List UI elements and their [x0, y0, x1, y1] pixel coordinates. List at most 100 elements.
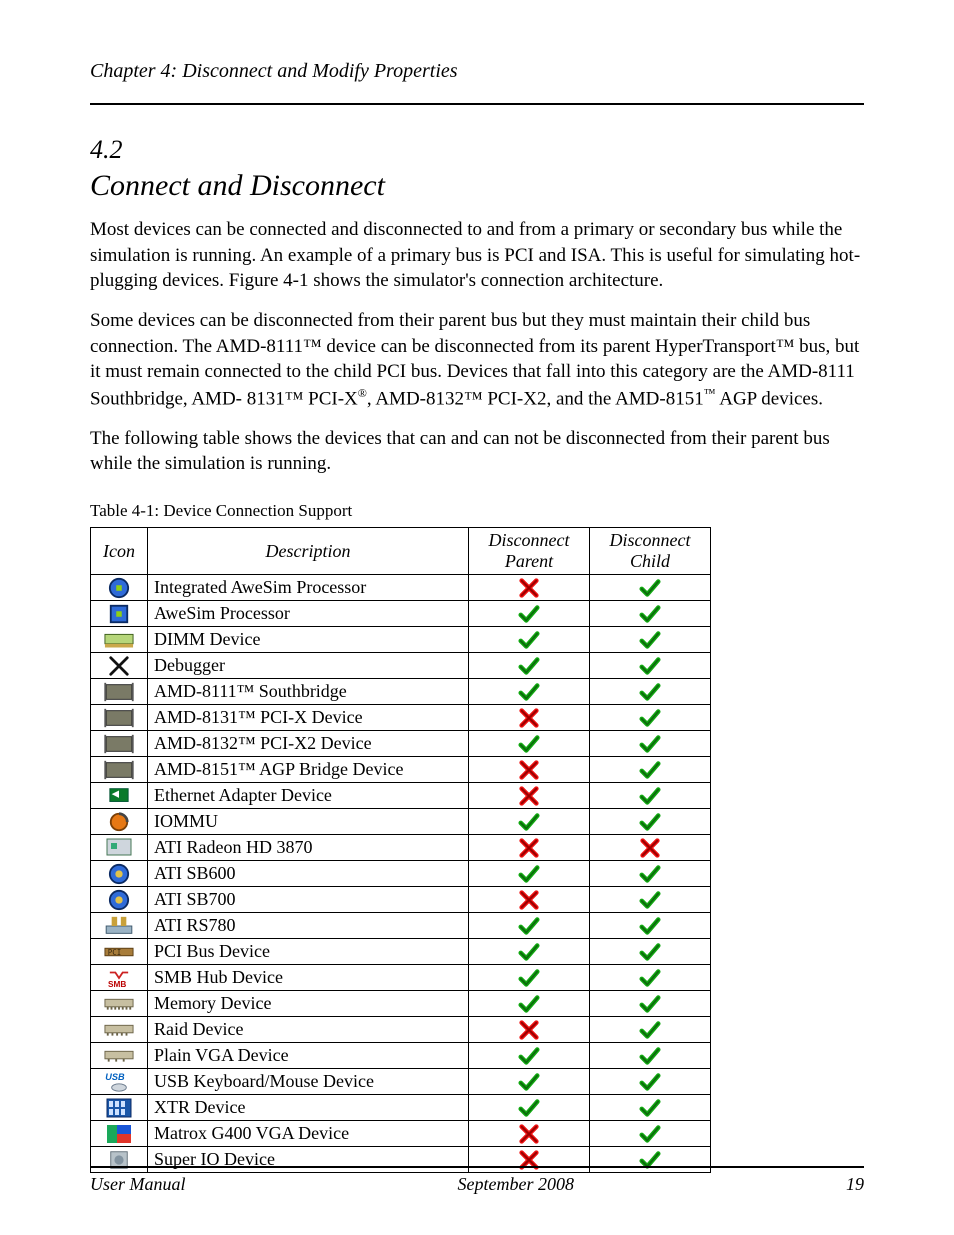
- table-row: AMD-8111™ Southbridge: [91, 679, 711, 705]
- table-header-row: Icon Description Disconnect Parent Disco…: [91, 528, 711, 575]
- disconnect-child-cell: [590, 861, 711, 887]
- disconnect-parent-cell: [469, 913, 590, 939]
- table-row: ATI Radeon HD 3870: [91, 835, 711, 861]
- device-name: USB Keyboard/Mouse Device: [148, 1069, 469, 1095]
- col-disconnect-child: Disconnect Child: [590, 528, 711, 575]
- disconnect-parent-cell: [469, 731, 590, 757]
- table-row: ATI RS780: [91, 913, 711, 939]
- table-row: Debugger: [91, 653, 711, 679]
- table-row: XTR Device: [91, 1095, 711, 1121]
- footer-right: 19: [846, 1174, 864, 1195]
- table-row: AMD-8132™ PCI-X2 Device: [91, 731, 711, 757]
- table-row: USB Keyboard/Mouse Device: [91, 1069, 711, 1095]
- disconnect-child-cell: [590, 887, 711, 913]
- disconnect-child-cell: [590, 913, 711, 939]
- raid-icon: [91, 1017, 148, 1043]
- amd-8151-icon: [91, 757, 148, 783]
- disconnect-child-cell: [590, 757, 711, 783]
- ati-rs780-icon: [91, 913, 148, 939]
- table-row: ATI SB600: [91, 861, 711, 887]
- disconnect-parent-cell: [469, 1069, 590, 1095]
- disconnect-parent-cell: [469, 1017, 590, 1043]
- smb-icon: [91, 965, 148, 991]
- table-row: Ethernet Adapter Device: [91, 783, 711, 809]
- footer-center: September 2008: [458, 1174, 574, 1195]
- para2-sup: ®: [358, 386, 367, 400]
- disconnect-parent-cell: [469, 887, 590, 913]
- table-row: AMD-8151™ AGP Bridge Device: [91, 757, 711, 783]
- dimm-icon: [91, 627, 148, 653]
- disconnect-child-cell: [590, 1121, 711, 1147]
- debugger-icon: [91, 653, 148, 679]
- table-caption: Table 4-1: Device Connection Support: [90, 501, 864, 521]
- disconnect-parent-cell: [469, 705, 590, 731]
- device-name: Integrated AweSim Processor: [148, 575, 469, 601]
- device-name: AMD-8131™ PCI-X Device: [148, 705, 469, 731]
- disconnect-parent-cell: [469, 991, 590, 1017]
- ati-sb700-icon: [91, 887, 148, 913]
- disconnect-parent-cell: [469, 1095, 590, 1121]
- para2-text-b: 8131™: [247, 388, 304, 409]
- ati-sb600-icon: [91, 861, 148, 887]
- disconnect-child-cell: [590, 939, 711, 965]
- device-name: Ethernet Adapter Device: [148, 783, 469, 809]
- para1-text-b: the simulator's: [365, 270, 476, 291]
- device-name: Plain VGA Device: [148, 1043, 469, 1069]
- pci-bus-icon: [91, 939, 148, 965]
- table-row: AMD-8131™ PCI-X Device: [91, 705, 711, 731]
- table-row: DIMM Device: [91, 627, 711, 653]
- table-row: PCI Bus Device: [91, 939, 711, 965]
- disconnect-child-cell: [590, 627, 711, 653]
- disconnect-parent-cell: [469, 861, 590, 887]
- disconnect-child-cell: [590, 1043, 711, 1069]
- table-row: IOMMU: [91, 809, 711, 835]
- amd-8132-icon: [91, 731, 148, 757]
- col-disconnect-parent: Disconnect Parent: [469, 528, 590, 575]
- table-row: Matrox G400 VGA Device: [91, 1121, 711, 1147]
- vga-emerald-icon: [91, 1121, 148, 1147]
- disconnect-parent-cell: [469, 965, 590, 991]
- disconnect-parent-cell: [469, 757, 590, 783]
- disconnect-parent-cell: [469, 835, 590, 861]
- memory-device-icon: [91, 991, 148, 1017]
- xtr-icon: [91, 1095, 148, 1121]
- device-name: DIMM Device: [148, 627, 469, 653]
- disconnect-parent-cell: [469, 1043, 590, 1069]
- para1-text-c: connection architecture.: [481, 270, 664, 291]
- device-name: ATI Radeon HD 3870: [148, 835, 469, 861]
- section-number: 4.2: [90, 135, 864, 165]
- iommu-icon: [91, 809, 148, 835]
- device-name: Raid Device: [148, 1017, 469, 1043]
- disconnect-child-cell: [590, 809, 711, 835]
- amd-8131-icon: [91, 705, 148, 731]
- disconnect-child-cell: [590, 1095, 711, 1121]
- amd-8111-icon: [91, 679, 148, 705]
- disconnect-child-cell: [590, 653, 711, 679]
- device-name: ATI RS780: [148, 913, 469, 939]
- para2-text-d: , AMD-8132™ PCI-X2, and the AMD-8151: [367, 388, 704, 409]
- device-name: IOMMU: [148, 809, 469, 835]
- disconnect-parent-cell: [469, 575, 590, 601]
- para2-text-c: PCI-X: [308, 388, 358, 409]
- cpu-green-square: [91, 601, 148, 627]
- table-row: SMB Hub Device: [91, 965, 711, 991]
- table-row: Raid Device: [91, 1017, 711, 1043]
- disconnect-parent-cell: [469, 1121, 590, 1147]
- device-name: ATI SB700: [148, 887, 469, 913]
- disconnect-parent-cell: [469, 653, 590, 679]
- disconnect-parent-cell: [469, 679, 590, 705]
- paragraph-3: The following table shows the devices th…: [90, 426, 864, 477]
- table-row: Plain VGA Device: [91, 1043, 711, 1069]
- usb-icon: [91, 1069, 148, 1095]
- disconnect-child-cell: [590, 575, 711, 601]
- disconnect-child-cell: [590, 1069, 711, 1095]
- header-rule: [90, 103, 864, 105]
- device-name: PCI Bus Device: [148, 939, 469, 965]
- table-row: Integrated AweSim Processor: [91, 575, 711, 601]
- disconnect-parent-cell: [469, 601, 590, 627]
- running-head: Chapter 4: Disconnect and Modify Propert…: [90, 60, 864, 83]
- ethernet-icon: [91, 783, 148, 809]
- disconnect-child-cell: [590, 1017, 711, 1043]
- para1-text-a: Most devices can be connected and discon…: [90, 219, 860, 291]
- paragraph-2: Some devices can be disconnected from th…: [90, 308, 864, 412]
